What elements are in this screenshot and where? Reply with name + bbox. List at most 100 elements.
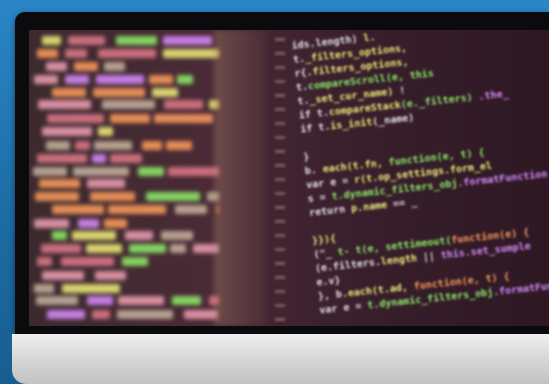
monitor-chin (12, 334, 549, 384)
code-texture-bar (166, 141, 192, 150)
code-texture-bar (38, 100, 91, 109)
code-texture-bar (52, 205, 104, 214)
gutter-mark (275, 220, 285, 223)
code-texture-bar (35, 192, 79, 201)
code-texture-bar (168, 167, 219, 176)
code-texture-bar (42, 271, 84, 280)
gutter-mark (275, 234, 285, 237)
code-texture-bar (90, 192, 135, 201)
code-texture-bar (42, 36, 61, 45)
gutter-mark (275, 276, 285, 279)
gutter-mark (275, 94, 285, 97)
code-block: ids.length) l. t._filters_options, r{.fi… (291, 32, 549, 317)
gutter-mark (275, 52, 285, 55)
blurred-editor-pane (29, 30, 229, 326)
code-texture-bar (125, 231, 153, 240)
code-texture-bar (68, 36, 105, 45)
code-texture-bar (184, 310, 218, 319)
monitor-bezel: ids.length) l. t._filters_options, r{.fi… (15, 12, 549, 334)
code-texture-bar (47, 310, 85, 319)
gutter-mark (275, 136, 285, 139)
gutter-mark (275, 66, 285, 69)
code-texture-bar (170, 244, 186, 253)
code-texture-bar (102, 100, 155, 109)
gutter-mark (275, 206, 285, 209)
code-texture-bar (37, 154, 87, 163)
code-texture-bar (98, 127, 113, 136)
gutter-mark (275, 108, 285, 111)
gutter-mark (275, 164, 285, 167)
code-texture-bar (175, 205, 207, 214)
gutter-mark (275, 80, 285, 83)
code-texture-bar (172, 296, 201, 305)
code-texture-bar (142, 141, 162, 150)
code-texture-bar (62, 284, 120, 293)
code-texture-bar (108, 205, 166, 214)
code-texture-bar (95, 271, 126, 280)
code-texture-bar (34, 219, 69, 228)
code-texture-bar (87, 296, 113, 305)
code-texture-bar (152, 88, 178, 97)
code-texture-bar (87, 179, 125, 188)
code-texture-bar (116, 36, 157, 45)
code-screen: ids.length) l. t._filters_options, r{.fi… (29, 30, 549, 326)
code-texture-bar (92, 154, 106, 163)
code-texture-bar (52, 231, 67, 240)
code-texture-bar (117, 310, 173, 319)
code-texture-bar (98, 49, 156, 58)
gutter-mark (275, 290, 285, 293)
code-texture-bar (154, 114, 213, 123)
code-texture-bar (96, 75, 144, 84)
code-texture-bar (122, 257, 148, 266)
code-texture-bar (73, 167, 129, 176)
code-texture-bar (75, 141, 90, 150)
code-texture-bar (164, 100, 203, 109)
gutter-mark (275, 178, 285, 181)
code-texture-bar (110, 114, 150, 123)
code-texture-bar (41, 244, 81, 253)
code-texture-bar (146, 192, 200, 201)
code-texture-bar (37, 257, 52, 266)
gutter-mark (275, 150, 285, 153)
code-texture-bar (104, 219, 127, 228)
code-texture-bar (72, 231, 116, 240)
code-texture-bar (42, 127, 92, 136)
code-texture-bar (39, 179, 80, 188)
code-texture-bar (86, 244, 122, 253)
pane-divider (214, 30, 266, 326)
code-texture-bar (93, 88, 145, 97)
code-texture-bar (138, 167, 164, 176)
gutter-mark (275, 262, 285, 265)
code-texture-bar (149, 75, 173, 84)
code-texture-bar (34, 75, 58, 84)
code-texture-bar (33, 167, 67, 176)
code-texture-bar (177, 75, 193, 84)
code-texture-bar (34, 284, 54, 293)
gutter-mark (275, 304, 285, 307)
code-texture-bar (104, 62, 125, 71)
gutter-mark (275, 38, 285, 41)
code-texture-bar (65, 75, 89, 84)
gutter-mark (275, 122, 285, 125)
gutter-mark (275, 248, 285, 251)
code-texture-bar (46, 141, 70, 150)
code-texture-bar (78, 219, 99, 228)
code-texture-bar (92, 310, 110, 319)
code-texture-bar (94, 141, 132, 150)
code-texture-bar (61, 257, 114, 266)
code-texture-bar (36, 296, 78, 305)
code-texture-bar (47, 114, 104, 123)
code-texture-bar (74, 62, 98, 71)
code-texture-bar (118, 296, 164, 305)
code-texture-bar (163, 49, 219, 58)
gutter-mark (275, 192, 285, 195)
gutter-mark (275, 318, 285, 321)
code-texture-bar (163, 36, 212, 45)
code-texture-bar (129, 244, 166, 253)
code-texture-bar (46, 62, 67, 71)
code-texture-bar (52, 88, 86, 97)
code-texture-bar (37, 49, 58, 58)
code-texture-bar (65, 49, 87, 58)
code-texture-bar (110, 154, 142, 163)
code-texture-bar (161, 231, 193, 240)
